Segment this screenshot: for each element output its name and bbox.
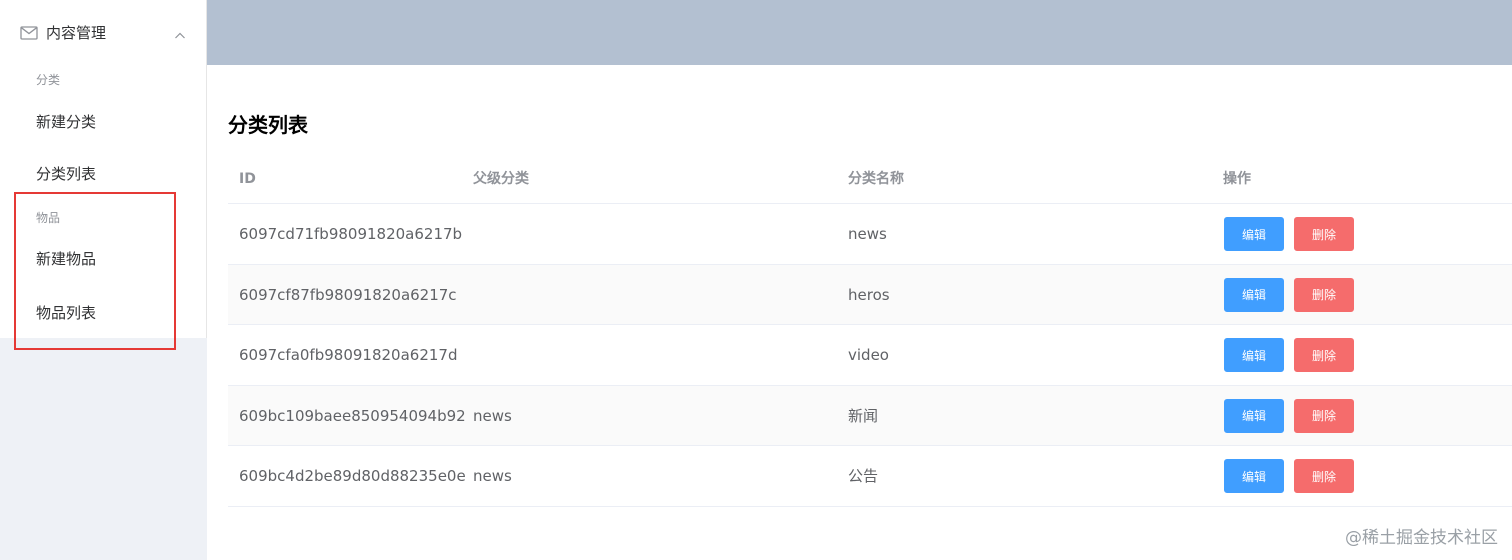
menu-item-category-list[interactable]: 分类列表 <box>0 147 206 199</box>
watermark: @稀土掘金技术社区 <box>1345 528 1498 548</box>
submenu-title-label: 内容管理 <box>46 23 107 42</box>
cell-name: heros <box>848 285 890 304</box>
table-row: 6097cfa0fb98091820a6217d video 编辑 删除 <box>228 325 1512 386</box>
cell-id: 6097cd71fb98091820a6217b <box>239 225 463 243</box>
menu-group-title-item: 物品 <box>36 211 61 225</box>
table-header: ID 父级分类 分类名称 操作 <box>228 150 1512 204</box>
column-header-id: ID <box>239 171 256 187</box>
cell-name: 公告 <box>848 467 879 485</box>
cell-parent: news <box>473 406 512 425</box>
edit-button[interactable]: 编辑 <box>1224 338 1284 372</box>
menu-item-new-item[interactable]: 新建物品 <box>0 232 206 284</box>
cell-parent: news <box>473 467 512 485</box>
cell-id: 6097cf87fb98091820a6217c <box>239 285 457 304</box>
table-row: 609bc4d2be89d80d88235e0e news 公告 编辑 删除 <box>228 446 1512 507</box>
delete-button[interactable]: 删除 <box>1294 338 1354 372</box>
delete-button[interactable]: 删除 <box>1294 277 1354 312</box>
column-header-name: 分类名称 <box>848 171 904 187</box>
cell-id: 6097cfa0fb98091820a6217d <box>239 346 458 364</box>
edit-button[interactable]: 编辑 <box>1224 217 1284 251</box>
column-header-actions: 操作 <box>1223 171 1251 187</box>
main-content: 分类列表 ID 父级分类 分类名称 操作 6097cd71fb98091820a… <box>207 65 1512 560</box>
table-row: 609bc109baee850954094b92 news 新闻 编辑 删除 <box>228 385 1512 446</box>
chevron-up-icon[interactable] <box>174 26 186 39</box>
edit-button[interactable]: 编辑 <box>1224 459 1284 493</box>
delete-button[interactable]: 删除 <box>1294 398 1354 433</box>
sidebar-menu: 内容管理 分类 新建分类 分类列表 物品 新建物品 物品列表 <box>0 0 207 338</box>
menu-item-new-category[interactable]: 新建分类 <box>0 95 206 147</box>
category-table: ID 父级分类 分类名称 操作 6097cd71fb98091820a6217b… <box>228 150 1512 507</box>
delete-button[interactable]: 删除 <box>1294 217 1354 251</box>
table-row: 6097cf87fb98091820a6217c heros 编辑 删除 <box>228 264 1512 325</box>
cell-name: news <box>848 225 887 243</box>
menu-item-item-list[interactable]: 物品列表 <box>0 286 206 338</box>
top-header <box>207 0 1512 65</box>
submenu-content-management[interactable]: 内容管理 <box>0 6 206 58</box>
mail-icon <box>20 25 38 40</box>
menu-group-title-category: 分类 <box>36 73 61 87</box>
edit-button[interactable]: 编辑 <box>1224 398 1284 433</box>
delete-button[interactable]: 删除 <box>1294 459 1354 493</box>
cell-name: video <box>848 346 889 364</box>
page-title: 分类列表 <box>228 113 308 137</box>
column-header-parent: 父级分类 <box>473 171 529 187</box>
cell-id: 609bc4d2be89d80d88235e0e <box>239 467 466 485</box>
edit-button[interactable]: 编辑 <box>1224 277 1284 312</box>
sidebar: 内容管理 分类 新建分类 分类列表 物品 新建物品 物品列表 <box>0 0 207 560</box>
cell-name: 新闻 <box>848 406 879 425</box>
cell-id: 609bc109baee850954094b92 <box>239 406 466 425</box>
table-row: 6097cd71fb98091820a6217b news 编辑 删除 <box>228 204 1512 265</box>
